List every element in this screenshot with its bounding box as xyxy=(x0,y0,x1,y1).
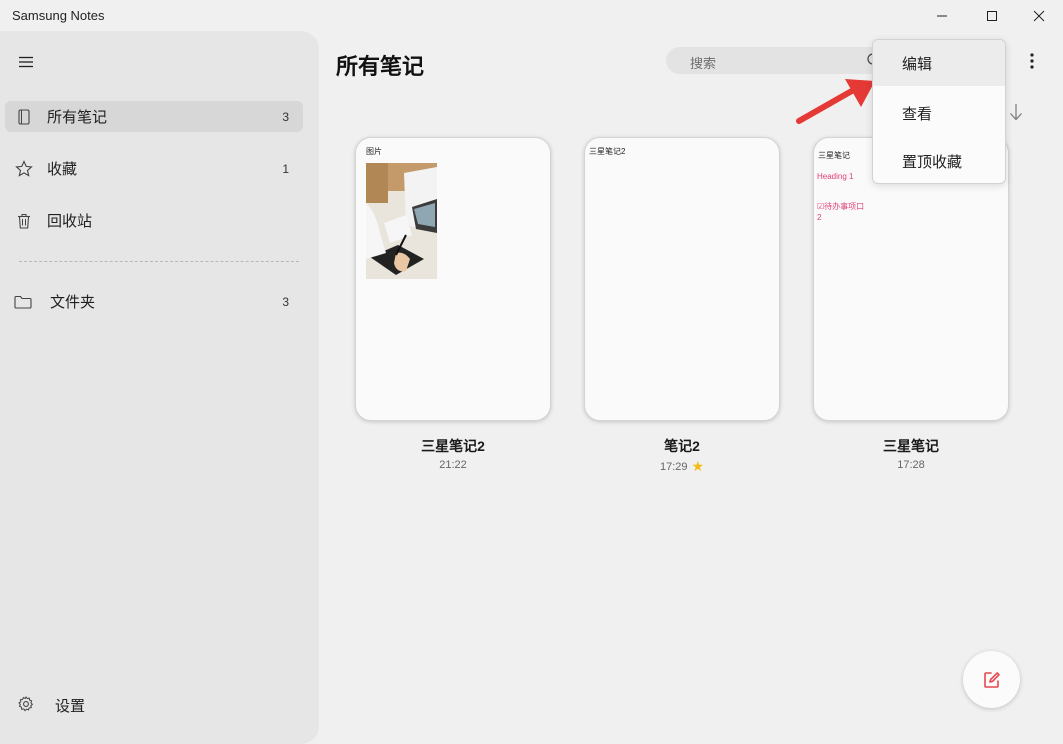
new-note-button[interactable] xyxy=(963,651,1020,708)
close-button[interactable] xyxy=(1016,0,1062,31)
note-card[interactable]: 图片 xyxy=(355,137,551,421)
minimize-icon xyxy=(937,15,947,16)
note-preview-title: 三星笔记2 xyxy=(589,147,626,156)
minimize-button[interactable] xyxy=(919,0,965,31)
sidebar-item-count: 1 xyxy=(282,161,289,176)
favorite-star-icon: ★ xyxy=(691,458,705,474)
settings-button[interactable]: 设置 xyxy=(5,687,303,721)
note-time-text: 17:29 xyxy=(659,461,688,473)
note-time: 21:22 xyxy=(439,459,467,471)
sidebar-item-all-notes[interactable]: 所有笔记 3 xyxy=(5,101,303,132)
sidebar-item-label: 所有笔记 xyxy=(47,109,108,126)
search-placeholder: 搜索 xyxy=(690,56,717,71)
note-preview-heading: Heading 1 xyxy=(817,172,854,181)
folder-icon xyxy=(14,293,32,311)
page-title: 所有笔记 xyxy=(336,54,425,79)
arrow-down-icon xyxy=(1010,104,1022,121)
note-preview-title: 图片 xyxy=(366,147,382,156)
sidebar: 所有笔记 3 收藏 1 回收站 文件夹 3 设置 xyxy=(0,31,319,744)
sidebar-item-favorites[interactable]: 收藏 1 xyxy=(5,153,303,184)
close-icon xyxy=(1033,10,1045,21)
sidebar-item-label: 回收站 xyxy=(47,213,93,230)
sidebar-item-folders[interactable]: 文件夹 3 xyxy=(5,286,303,317)
trash-icon xyxy=(15,212,33,230)
more-options-button[interactable] xyxy=(1021,50,1043,72)
options-popup-menu: 编辑 查看 置顶收藏 xyxy=(872,39,1006,184)
sidebar-divider xyxy=(19,261,299,262)
note-card[interactable]: 三星笔记2 xyxy=(584,137,780,421)
hamburger-icon xyxy=(19,56,33,68)
maximize-icon xyxy=(987,10,997,21)
search-input[interactable]: 搜索 xyxy=(666,47,888,74)
menu-item-pin-favorites[interactable]: 置顶收藏 xyxy=(873,138,1005,183)
menu-item-label: 置顶收藏 xyxy=(902,153,963,171)
maximize-button[interactable] xyxy=(969,0,1015,31)
note-title: 三星笔记2 xyxy=(421,438,485,454)
compose-icon xyxy=(983,671,1000,688)
menu-item-label: 查看 xyxy=(902,105,933,123)
notebook-icon xyxy=(15,108,33,126)
sidebar-item-label: 收藏 xyxy=(47,161,78,178)
hamburger-menu-button[interactable] xyxy=(14,50,38,74)
note-preview-todo: ☑待办事项口2 xyxy=(817,202,865,222)
title-bar: Samsung Notes xyxy=(0,0,1063,31)
sidebar-item-count: 3 xyxy=(282,294,289,309)
settings-label: 设置 xyxy=(55,698,86,715)
note-preview-title: 三星笔记 xyxy=(818,151,850,160)
star-icon xyxy=(15,159,33,178)
note-title: 笔记2 xyxy=(664,438,700,454)
note-title: 三星笔记 xyxy=(883,438,939,454)
note-time: 17:28 xyxy=(897,459,925,471)
menu-item-label: 编辑 xyxy=(902,55,933,73)
note-time: 17:29 ★ xyxy=(584,458,780,475)
gear-icon xyxy=(17,695,35,713)
sort-button[interactable] xyxy=(1005,101,1027,123)
sidebar-item-count: 3 xyxy=(282,109,289,124)
sidebar-item-trash[interactable]: 回收站 xyxy=(5,205,303,236)
more-vertical-icon xyxy=(1030,53,1034,69)
annotation-arrow-icon xyxy=(796,79,875,124)
menu-item-edit[interactable]: 编辑 xyxy=(873,40,1005,86)
app-title: Samsung Notes xyxy=(12,8,105,23)
sidebar-item-label: 文件夹 xyxy=(50,294,96,311)
menu-item-view[interactable]: 查看 xyxy=(873,90,1005,136)
note-preview-image xyxy=(366,163,437,279)
